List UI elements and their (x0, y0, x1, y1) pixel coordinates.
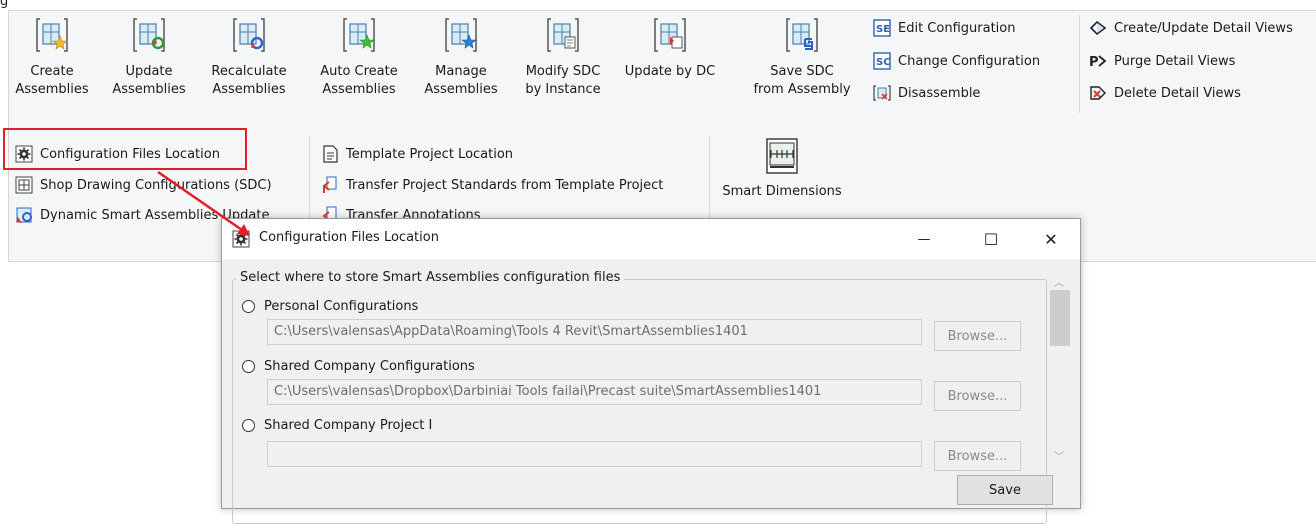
scroll-down-icon[interactable]: ﹀ (1054, 448, 1064, 463)
disassemble-icon (873, 85, 891, 101)
change-configuration-item[interactable]: SC Change Configuration (873, 50, 1040, 72)
scroll-thumb[interactable] (1050, 290, 1070, 346)
create-assemblies-button[interactable]: Create Assemblies (11, 11, 93, 119)
radio-personal-configurations[interactable]: Personal Configurations (242, 299, 418, 314)
update-assemblies-button[interactable]: Update Assemblies (103, 11, 195, 119)
personal-path-field[interactable]: C:\Users\valensas\AppData\Roaming\Tools … (267, 319, 922, 345)
recalculate-assemblies-icon (233, 18, 265, 52)
template-project-location-item[interactable]: Template Project Location (321, 143, 513, 165)
maximize-button[interactable]: ☐ (968, 219, 1014, 259)
radio-button[interactable] (242, 360, 255, 373)
update-by-dc-button[interactable]: Update by DC (621, 11, 719, 119)
project-path-field[interactable] (267, 441, 922, 467)
radio-button[interactable] (242, 300, 255, 313)
scroll-up-icon[interactable]: ︿ (1054, 274, 1064, 289)
radio-shared-company-project[interactable]: Shared Company Project I (242, 418, 432, 433)
transfer-project-standards-item[interactable]: Transfer Project Standards from Template… (321, 174, 663, 196)
update-assemblies-icon (133, 18, 165, 52)
auto-create-assemblies-button[interactable]: Auto Create Assemblies (311, 11, 407, 119)
radio-shared-company-configurations[interactable]: Shared Company Configurations (242, 359, 475, 374)
svg-text:SE: SE (876, 24, 890, 35)
gear-icon (232, 230, 250, 248)
shop-drawing-configurations-item[interactable]: Shop Drawing Configurations (SDC) (15, 174, 272, 196)
disassemble-item[interactable]: Disassemble (873, 82, 980, 104)
save-sdc-icon (786, 18, 818, 52)
browse-button[interactable]: Browse... (934, 321, 1021, 351)
minimize-button[interactable]: — (901, 219, 947, 259)
truncated-heading: g (0, 0, 9, 9)
svg-text:P: P (1089, 55, 1099, 70)
save-button[interactable]: Save (957, 475, 1053, 505)
edit-configuration-item[interactable]: SE Edit Configuration (873, 17, 1015, 39)
manage-assemblies-icon (445, 18, 477, 52)
dialog-title: Configuration Files Location (259, 230, 439, 245)
template-icon (323, 145, 338, 163)
create-assemblies-icon (36, 18, 68, 52)
purge-detail-views-icon: P (1089, 55, 1107, 70)
shared-path-field[interactable]: C:\Users\valensas\Dropbox\Darbiniai Tool… (267, 379, 922, 405)
delete-detail-views-item[interactable]: Delete Detail Views (1089, 82, 1241, 104)
sdc-icon (15, 176, 33, 194)
ribbon-separator (1079, 15, 1080, 113)
create-update-detail-views-item[interactable]: Create/Update Detail Views (1089, 17, 1293, 39)
browse-button[interactable]: Browse... (934, 381, 1021, 411)
browse-button[interactable]: Browse... (934, 441, 1021, 471)
configuration-files-location-dialog: Configuration Files Location — ☐ ✕ Selec… (221, 218, 1081, 524)
close-button[interactable]: ✕ (1028, 219, 1074, 259)
highlight-box (3, 128, 247, 170)
save-sdc-button[interactable]: Save SDC from Assembly (743, 11, 861, 119)
transfer-standards-icon (322, 176, 337, 193)
update-by-dc-icon (654, 18, 686, 52)
delete-detail-views-icon (1090, 86, 1106, 100)
edit-configuration-icon: SE (873, 19, 891, 37)
modify-sdc-button[interactable]: Modify SDC by Instance (515, 11, 611, 119)
auto-create-assemblies-icon (343, 18, 375, 52)
create-detail-views-icon (1089, 20, 1107, 36)
modify-sdc-icon (547, 18, 579, 52)
group-label: Select where to store Smart Assemblies c… (236, 270, 625, 285)
smart-dimensions-icon (766, 138, 798, 174)
dynamic-update-icon (16, 207, 32, 223)
radio-button[interactable] (242, 419, 255, 432)
recalculate-assemblies-button[interactable]: Recalculate Assemblies (201, 11, 297, 119)
svg-text:SC: SC (876, 57, 891, 68)
dialog-titlebar[interactable]: Configuration Files Location — ☐ ✕ (222, 219, 1080, 259)
manage-assemblies-button[interactable]: Manage Assemblies (417, 11, 505, 119)
vertical-scrollbar[interactable]: ︿ ﹀ (1047, 270, 1073, 466)
change-configuration-icon: SC (873, 52, 891, 70)
purge-detail-views-item[interactable]: P Purge Detail Views (1089, 50, 1235, 72)
